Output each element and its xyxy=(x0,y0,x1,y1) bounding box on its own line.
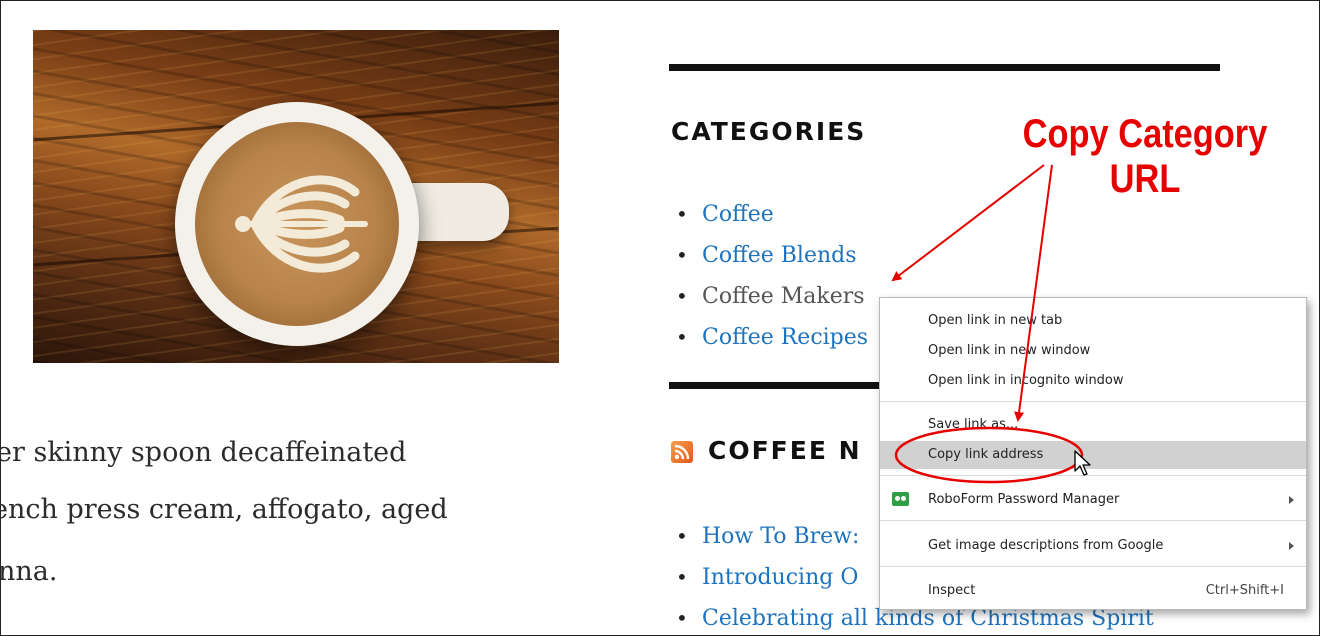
mouse-cursor-icon xyxy=(1074,450,1091,476)
arrow-to-category xyxy=(891,164,1045,282)
arrow-to-copy-link xyxy=(1014,164,1053,422)
annotation-arrows xyxy=(891,164,1084,484)
copy-link-highlight-ellipse xyxy=(894,426,1084,484)
